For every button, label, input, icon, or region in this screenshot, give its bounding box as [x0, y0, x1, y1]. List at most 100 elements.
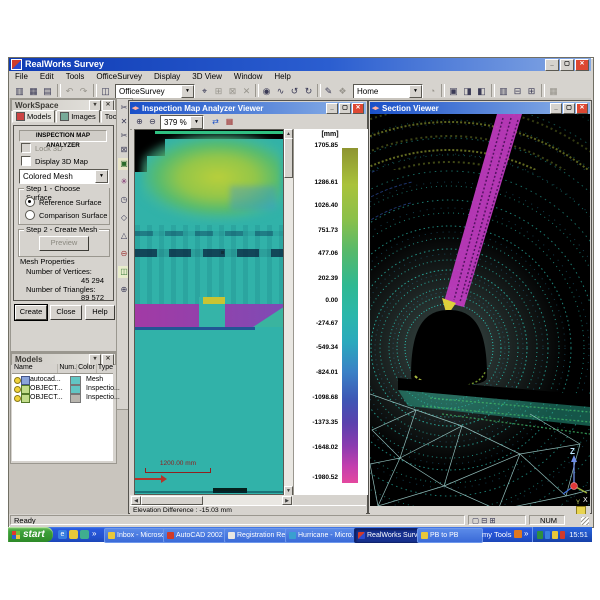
- section-viewer-title-bar[interactable]: ◂▸ Section Viewer _ ▢ ✕: [370, 102, 590, 114]
- minimize-icon[interactable]: _: [550, 103, 562, 114]
- tray-antivirus-icon[interactable]: [537, 531, 543, 539]
- elevation-map-canvas[interactable]: 1200.00 mm: [134, 129, 284, 495]
- tray-chevron-icon[interactable]: »: [524, 529, 528, 538]
- quicklaunch-mail-icon[interactable]: [69, 530, 78, 539]
- redo-icon[interactable]: ↷: [76, 84, 91, 99]
- minimize-icon[interactable]: _: [545, 59, 559, 71]
- task-hurricane[interactable]: Hurricane - Micro...: [285, 528, 359, 543]
- chevron-down-icon[interactable]: ▼: [190, 116, 203, 129]
- mytools-toolbar[interactable]: my Tools: [482, 530, 511, 539]
- cascade-windows-icon[interactable]: ▣: [446, 84, 461, 99]
- zoom-out-icon[interactable]: ⊖: [145, 115, 160, 130]
- pin-icon[interactable]: ▾: [89, 100, 101, 111]
- quicklaunch-ie-icon[interactable]: e: [58, 530, 67, 539]
- tile-horizontal-icon[interactable]: ◨: [460, 84, 475, 99]
- comparison-surface-radio[interactable]: [25, 210, 35, 220]
- col-type[interactable]: Type: [97, 364, 113, 373]
- maximize-icon[interactable]: ▢: [560, 59, 574, 71]
- open-icon[interactable]: ▥: [12, 84, 27, 99]
- help-icon[interactable]: ▦: [546, 84, 561, 99]
- menu-tools[interactable]: Tools: [60, 71, 91, 83]
- close-icon[interactable]: ✕: [352, 103, 364, 114]
- quicklaunch-chevron-icon[interactable]: »: [92, 529, 96, 538]
- chevron-down-icon[interactable]: ▼: [95, 170, 108, 183]
- preview-button[interactable]: Preview: [39, 236, 89, 251]
- menu-display[interactable]: Display: [148, 71, 186, 83]
- maximize-icon[interactable]: ▢: [563, 103, 575, 114]
- profile-icon[interactable]: ∿: [273, 84, 288, 99]
- tray-volume-icon[interactable]: [552, 531, 558, 539]
- user-icon[interactable]: ◔: [425, 84, 440, 99]
- app-title-bar[interactable]: RealWorks Survey _ ▢ ✕: [9, 58, 591, 71]
- fit-view-icon[interactable]: ⊞: [211, 84, 226, 99]
- view-mode-combo[interactable]: Home ▼: [353, 84, 423, 99]
- visibility-bulb-icon[interactable]: [14, 386, 21, 393]
- task-registration[interactable]: Registration Rep...: [224, 528, 290, 543]
- orbit-icon[interactable]: ↺: [287, 84, 302, 99]
- start-button[interactable]: start: [8, 527, 53, 542]
- maximize-icon[interactable]: ▢: [339, 103, 351, 114]
- new-window-icon[interactable]: ▥: [496, 84, 511, 99]
- minimize-icon[interactable]: _: [326, 103, 338, 114]
- target-icon[interactable]: ⌖: [197, 84, 212, 99]
- task-autocad[interactable]: AutoCAD 2002: [163, 528, 229, 543]
- grid-settings-icon[interactable]: ▦: [222, 115, 237, 130]
- scroll-thumb[interactable]: [284, 138, 293, 178]
- scroll-thumb[interactable]: [141, 496, 203, 505]
- table-row[interactable]: OBJECT... Inspectio...: [12, 393, 113, 402]
- visibility-bulb-icon[interactable]: [14, 377, 21, 384]
- swap-view-icon[interactable]: ⇄: [208, 115, 223, 130]
- tab-models[interactable]: Models: [12, 110, 55, 123]
- cut-plane-icon[interactable]: ⊠: [225, 84, 240, 99]
- pane-layout-icons[interactable]: ▢⊟⊞: [468, 515, 526, 525]
- workspace-icon[interactable]: ◫: [98, 84, 113, 99]
- task-pb-to-pb[interactable]: PB to PB: [417, 528, 483, 543]
- visibility-bulb-icon[interactable]: [14, 395, 21, 402]
- sample-icon[interactable]: ❖: [335, 84, 350, 99]
- tray-network-icon[interactable]: [545, 531, 551, 539]
- close-icon[interactable]: ✕: [576, 103, 588, 114]
- tile-vertical-icon[interactable]: ◧: [474, 84, 489, 99]
- scroll-right-icon[interactable]: ▶: [282, 496, 292, 505]
- split-window-icon[interactable]: ⊟: [510, 84, 525, 99]
- col-name[interactable]: Name: [12, 364, 58, 373]
- chevron-down-icon[interactable]: ▼: [409, 85, 422, 98]
- task-realworks[interactable]: RealWorks Survey: [354, 528, 422, 543]
- survey-mode-combo[interactable]: OfficeSurvey ▼: [115, 84, 195, 99]
- display-3d-map-checkbox[interactable]: [21, 156, 31, 166]
- mesh-type-select[interactable]: Colored Mesh ▼: [19, 169, 109, 184]
- inspection-viewer-title-bar[interactable]: ◂▸ Inspection Map Analyzer Viewer _ ▢ ✕: [130, 102, 366, 114]
- arrange-icon[interactable]: ⊞: [524, 84, 539, 99]
- horizontal-scrollbar[interactable]: ◀ ▶: [130, 495, 293, 505]
- table-row[interactable]: autocad... Mesh: [12, 375, 113, 384]
- create-button[interactable]: Create: [15, 305, 47, 320]
- col-num[interactable]: Num...: [58, 364, 77, 373]
- resize-grip[interactable]: [581, 517, 589, 525]
- table-row[interactable]: OBJECT... Inspectio...: [12, 384, 113, 393]
- close-icon[interactable]: ✕: [102, 100, 114, 111]
- tab-images[interactable]: Images: [56, 110, 100, 123]
- menu-officesurvey[interactable]: OfficeSurvey: [90, 71, 148, 83]
- close-icon[interactable]: ✕: [575, 59, 589, 71]
- reference-surface-radio[interactable]: [25, 197, 35, 207]
- refresh-icon[interactable]: ↻: [301, 84, 316, 99]
- save-icon[interactable]: ▦: [26, 84, 41, 99]
- zoom-level-combo[interactable]: 379 % ▼: [160, 115, 204, 130]
- menu-help[interactable]: Help: [268, 71, 296, 83]
- pin-icon[interactable]: ▾: [89, 354, 101, 365]
- print-icon[interactable]: ▤: [40, 84, 55, 99]
- tray-update-icon[interactable]: [560, 531, 566, 539]
- annotate-icon[interactable]: ✎: [321, 84, 336, 99]
- close-icon[interactable]: ✕: [102, 354, 114, 365]
- delete-icon[interactable]: ✕: [239, 84, 254, 99]
- col-color[interactable]: Color: [77, 364, 97, 373]
- scroll-left-icon[interactable]: ◀: [131, 496, 141, 505]
- menu-window[interactable]: Window: [228, 71, 268, 83]
- help-button[interactable]: Help: [85, 305, 115, 320]
- close-button[interactable]: Close: [50, 305, 82, 320]
- mytools-icon[interactable]: [514, 530, 522, 538]
- measure-icon[interactable]: ◉: [259, 84, 274, 99]
- task-inbox[interactable]: Inbox - Microsof...: [104, 528, 168, 543]
- undo-icon[interactable]: ↶: [62, 84, 77, 99]
- vertical-scrollbar[interactable]: ▲ ▼: [284, 129, 293, 495]
